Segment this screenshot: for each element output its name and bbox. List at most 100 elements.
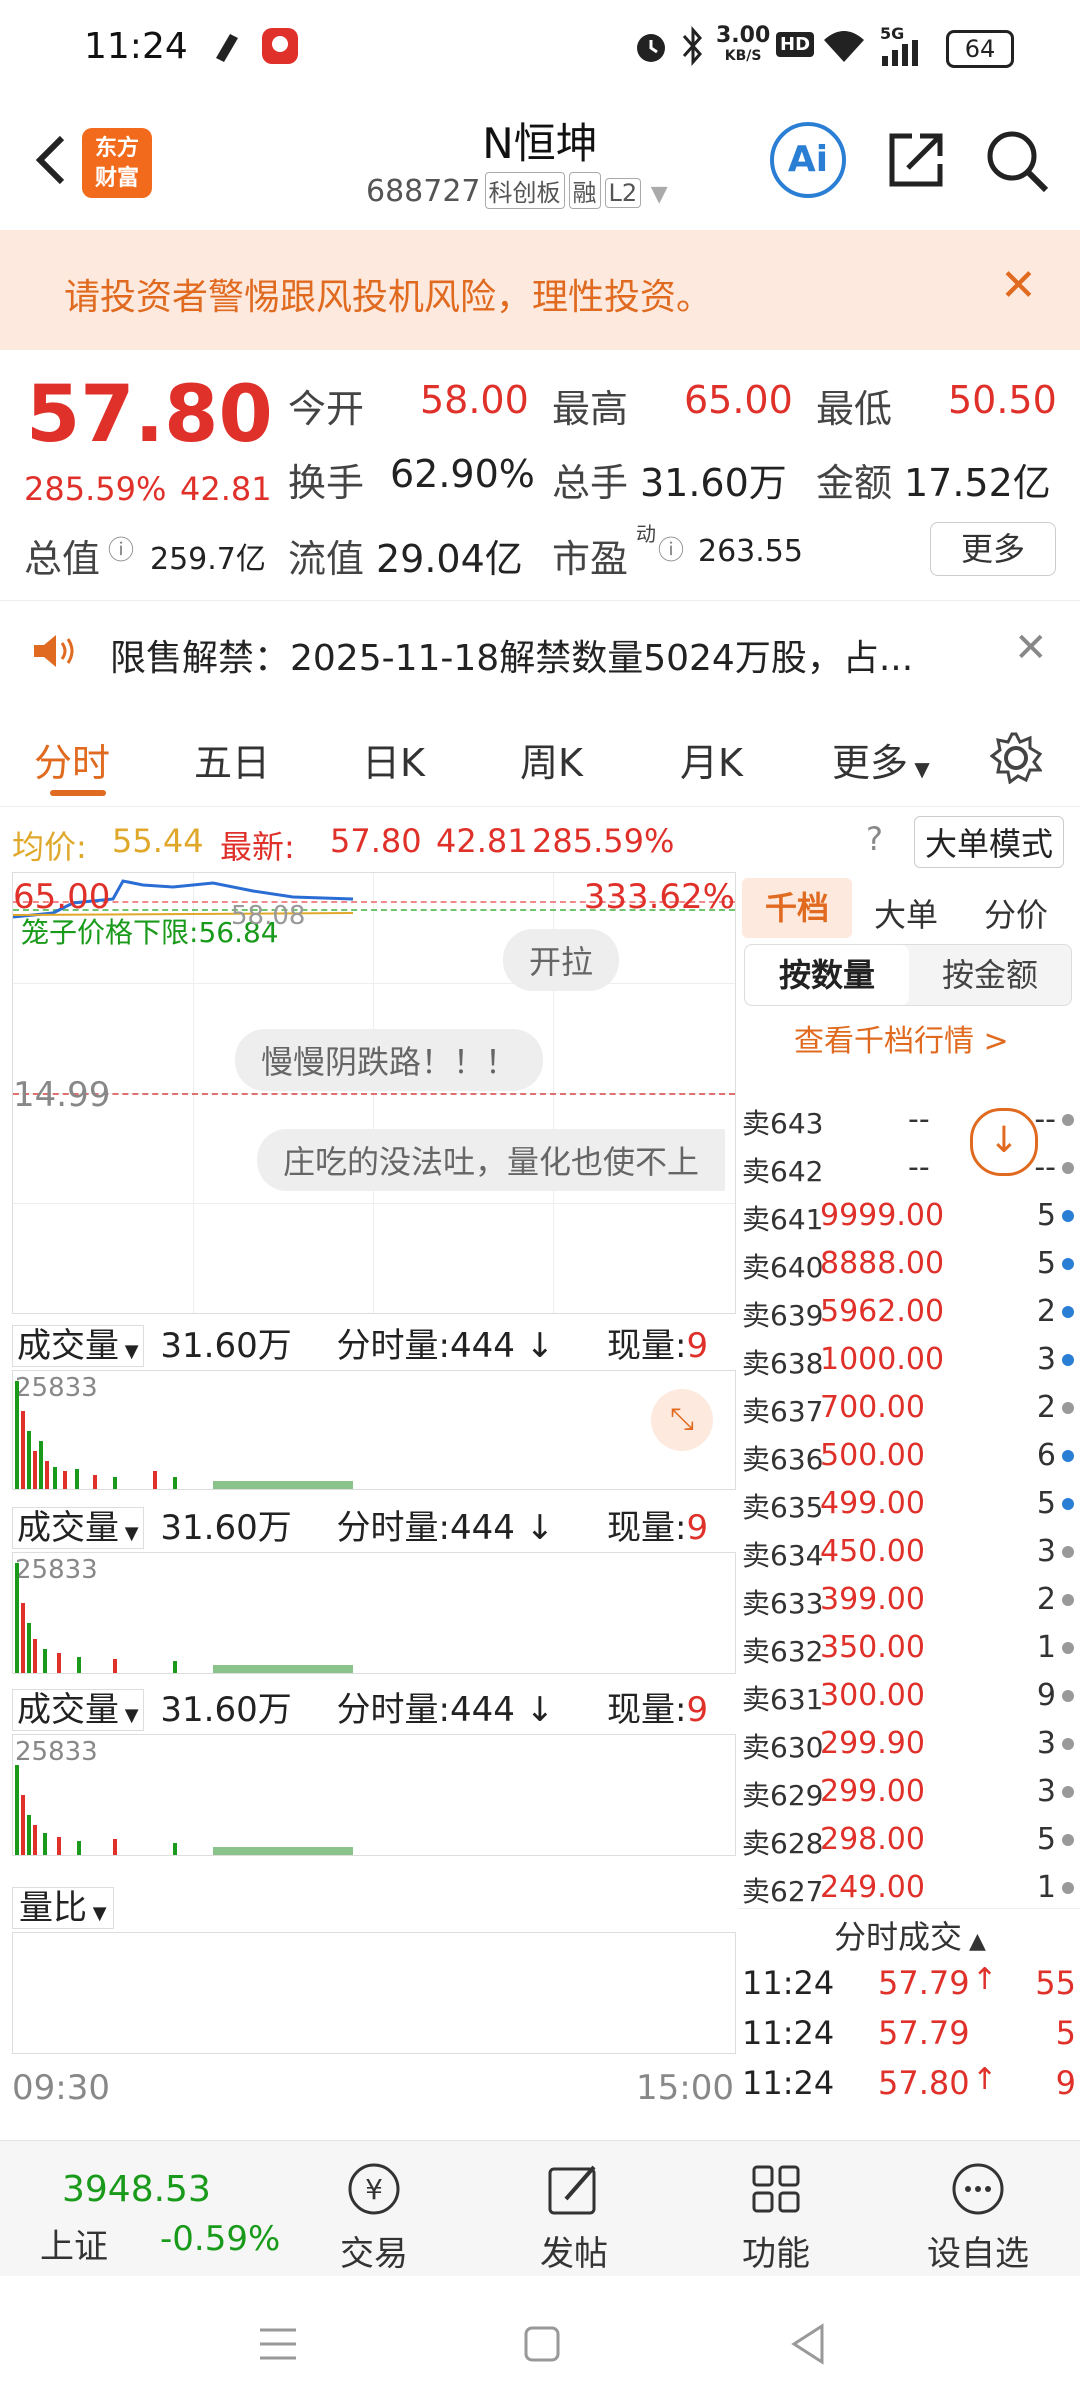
mid-price-label: 14.99: [13, 1075, 111, 1115]
trade-quantity: 5: [1055, 2014, 1076, 2052]
close-icon[interactable]: ✕: [1000, 260, 1037, 311]
info-icon[interactable]: ⓘ: [108, 530, 134, 567]
order-book-row[interactable]: 卖637 700.00 2: [742, 1384, 1076, 1432]
order-price: 9999.00: [820, 1198, 945, 1233]
order-price: 5962.00: [820, 1294, 945, 1329]
gear-icon[interactable]: [990, 732, 1042, 784]
turnover-value: 62.90%: [390, 452, 535, 496]
trade-price: 57.80: [878, 2064, 970, 2102]
order-quantity: 1: [1036, 1870, 1056, 1905]
info-icon[interactable]: ⓘ: [658, 530, 684, 567]
risk-warning-banner: 请投资者警惕跟风投机风险，理性投资。 ✕: [0, 230, 1080, 350]
more-quote-button[interactable]: 更多: [930, 522, 1056, 576]
order-book-row[interactable]: 卖629 299.00 3: [742, 1768, 1076, 1816]
tab-intraday[interactable]: 分时: [34, 732, 110, 787]
by-quantity-button[interactable]: 按数量: [745, 945, 909, 1005]
volume-value: 31.60万: [640, 461, 787, 505]
tag-l2: L2: [604, 178, 642, 208]
search-icon[interactable]: [984, 128, 1052, 196]
latest-label: 最新:: [220, 828, 295, 866]
order-level-label: 卖631: [742, 1683, 824, 1716]
volume-total: 31.60万: [160, 1690, 292, 1730]
tab-big-orders[interactable]: 大单: [874, 890, 938, 936]
nav-trade[interactable]: ¥ 交易: [304, 2161, 444, 2275]
order-book-row[interactable]: 卖632 350.00 1: [742, 1624, 1076, 1672]
close-icon[interactable]: ✕: [1014, 625, 1048, 671]
order-quantity: 3: [1036, 1534, 1056, 1569]
order-book-row[interactable]: 卖635 499.00 5: [742, 1480, 1076, 1528]
view-levels-link[interactable]: 查看千档行情 >: [794, 1016, 1009, 1060]
order-book-row[interactable]: 卖628 298.00 5: [742, 1816, 1076, 1864]
period-volume-value: 444: [450, 1326, 515, 1366]
home-icon[interactable]: [522, 2324, 562, 2364]
tab-five-day[interactable]: 五日: [194, 732, 270, 787]
back-icon[interactable]: [788, 2322, 828, 2366]
tab-week-k[interactable]: 周K: [520, 732, 583, 787]
order-book-row[interactable]: 卖633 399.00 2: [742, 1576, 1076, 1624]
download-icon[interactable]: ↓: [970, 1108, 1038, 1176]
nav-post[interactable]: 发帖: [504, 2161, 644, 2275]
index-value[interactable]: 3948.53: [62, 2169, 211, 2210]
trade-price: 57.79: [878, 1964, 970, 2002]
order-book-row[interactable]: 卖641 9999.00 5: [742, 1192, 1076, 1240]
nav-add-watchlist[interactable]: 设自选: [908, 2161, 1048, 2275]
order-book-row[interactable]: 卖636 500.00 6: [742, 1432, 1076, 1480]
stock-code: 688727: [366, 174, 481, 209]
chevron-down-icon[interactable]: ▼: [651, 182, 668, 207]
avg-price-value: 55.44: [112, 822, 204, 860]
nav-functions[interactable]: 功能: [706, 2161, 846, 2275]
index-pct[interactable]: -0.59%: [160, 2219, 280, 2259]
order-book-row[interactable]: 卖631 300.00 9: [742, 1672, 1076, 1720]
pe-label: 市盈: [552, 537, 629, 581]
now-volume-label: 现量:: [607, 1690, 687, 1730]
tab-month-k[interactable]: 月K: [680, 732, 743, 787]
comment-bubble[interactable]: 慢慢阴跌路！！！: [235, 1029, 544, 1091]
order-level-label: 卖629: [742, 1779, 824, 1812]
change-percent: 285.59%: [24, 470, 167, 508]
volume-selector[interactable]: 成交量 ▼: [12, 1689, 144, 1731]
intraday-chart[interactable]: 65.00 333.62% 笼子价格下限:56.84 58.08 14.99 开…: [12, 872, 736, 1314]
bluetooth-icon: [682, 26, 702, 66]
order-level-label: 卖633: [742, 1587, 824, 1620]
volume-selector[interactable]: 成交量 ▼: [12, 1507, 144, 1549]
order-level-label: 卖628: [742, 1827, 824, 1860]
tab-thousand-levels[interactable]: 千档: [742, 878, 852, 938]
order-book-row[interactable]: 卖634 450.00 3: [742, 1528, 1076, 1576]
open-label: 今开: [288, 387, 365, 431]
help-icon[interactable]: ?: [866, 820, 883, 858]
index-name[interactable]: 上证: [40, 2219, 108, 2268]
order-quantity: 2: [1036, 1390, 1056, 1425]
by-amount-button[interactable]: 按金额: [909, 945, 1071, 1005]
unlock-notice[interactable]: 限售解禁：2025-11-18解禁数量5024万股，占... ✕: [0, 600, 1080, 701]
order-book-row[interactable]: 卖640 8888.00 5: [742, 1240, 1076, 1288]
comment-bubble[interactable]: 开拉: [503, 929, 620, 991]
volume-chart: 25833: [12, 1734, 736, 1856]
tab-price-dist[interactable]: 分价: [984, 890, 1048, 936]
expand-icon[interactable]: ⤡: [651, 1389, 713, 1451]
order-quantity: --: [1034, 1150, 1056, 1185]
comment-bubble[interactable]: 庄吃的没法吐，量化也使不上: [257, 1129, 726, 1191]
ratio-header-row: 量比 ▼: [12, 1880, 734, 1929]
ratio-selector[interactable]: 量比 ▼: [12, 1887, 114, 1929]
volume-selector[interactable]: 成交量 ▼: [12, 1325, 144, 1367]
share-icon[interactable]: [884, 128, 948, 192]
mktcap-label: 总值: [24, 537, 101, 581]
order-quantity: 9: [1036, 1678, 1056, 1713]
order-dot-icon: [1062, 1210, 1074, 1222]
trades-title[interactable]: 分时成交 ▲: [834, 1912, 986, 1958]
order-book-row[interactable]: 卖627 249.00 1: [742, 1864, 1076, 1912]
ratio-chart: [12, 1932, 736, 2054]
order-book-row[interactable]: 卖630 299.90 3: [742, 1720, 1076, 1768]
ai-assistant-icon[interactable]: Ai: [770, 122, 846, 198]
order-book-row[interactable]: 卖639 5962.00 2: [742, 1288, 1076, 1336]
big-order-mode-button[interactable]: 大单模式: [914, 816, 1065, 868]
order-level-label: 卖641: [742, 1203, 824, 1236]
tab-day-k[interactable]: 日K: [362, 732, 425, 787]
order-level-label: 卖638: [742, 1347, 824, 1380]
grid-icon: [752, 2165, 800, 2213]
order-price: 299.90: [820, 1726, 925, 1761]
tab-more[interactable]: 更多 ▼: [832, 732, 930, 787]
menu-icon[interactable]: [256, 2324, 300, 2364]
now-volume-value: 9: [686, 1690, 709, 1730]
order-book-row[interactable]: 卖638 1000.00 3: [742, 1336, 1076, 1384]
